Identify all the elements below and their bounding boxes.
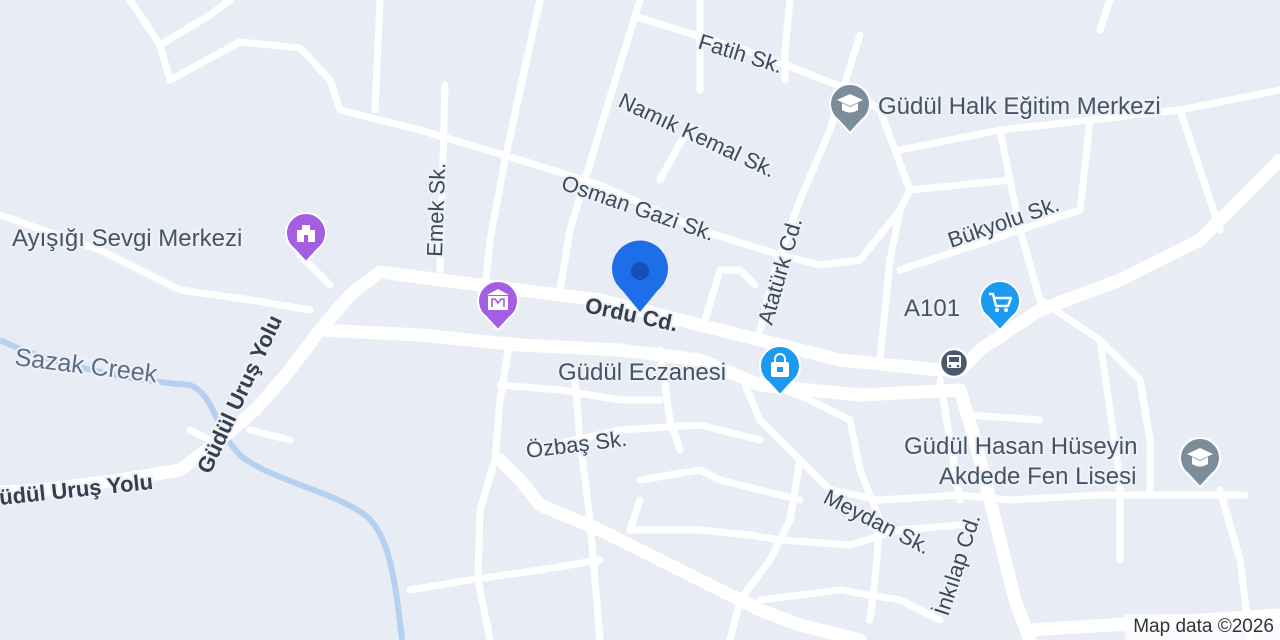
poi-museum[interactable] bbox=[477, 280, 519, 332]
map-layer: Fatih Sk. Namık Kemal Sk. Osman Gazi Sk.… bbox=[0, 0, 1280, 640]
bus-stop-icon bbox=[938, 347, 970, 379]
map-canvas[interactable]: Fatih Sk. Namık Kemal Sk. Osman Gazi Sk.… bbox=[0, 0, 1280, 640]
location-pin-dot bbox=[631, 262, 649, 280]
street-label-fatih: Fatih Sk. bbox=[696, 29, 786, 78]
poi-halk-egitim[interactable]: Güdül Halk Eğitim Merkezi bbox=[829, 83, 1163, 135]
poi-bus[interactable] bbox=[938, 347, 970, 379]
map-attribution[interactable]: Map data ©2026 bbox=[1125, 614, 1280, 640]
street-label-ozbas: Özbaş Sk. bbox=[525, 426, 629, 463]
graduation-cap-icon bbox=[1179, 437, 1221, 489]
poi-a101[interactable]: A101 bbox=[902, 280, 1021, 332]
poi-label-lise-line1: Güdül Hasan Hüseyin bbox=[904, 433, 1137, 460]
poi-label-eczane: Güdül Eczanesi bbox=[558, 359, 726, 386]
street-label-ataturk: Atatürk Cd. bbox=[753, 215, 807, 328]
museum-icon bbox=[477, 280, 519, 332]
poi-label-lise-line2: Akdede Fen Lisesi bbox=[939, 463, 1136, 490]
graduation-cap-icon bbox=[829, 83, 871, 135]
street-label-gudul-urus-2: üdül Uruş Yolu bbox=[0, 469, 154, 510]
water-label-sazak-creek: Sazak Creek bbox=[13, 343, 159, 388]
poi-label-a101: A101 bbox=[904, 295, 960, 322]
poi-label-halk-egitim: Güdül Halk Eğitim Merkezi bbox=[878, 93, 1161, 120]
monument-icon bbox=[285, 212, 327, 264]
street-label-osman-gazi: Osman Gazi Sk. bbox=[558, 170, 718, 246]
poi-ayisigi[interactable]: Ayışığı Sevgi Merkezi bbox=[10, 212, 327, 264]
street-label-namik-kemal: Namık Kemal Sk. bbox=[615, 88, 780, 182]
poi-label-ayisigi: Ayışığı Sevgi Merkezi bbox=[12, 225, 242, 252]
street-label-emek: Emek Sk. bbox=[422, 162, 450, 257]
